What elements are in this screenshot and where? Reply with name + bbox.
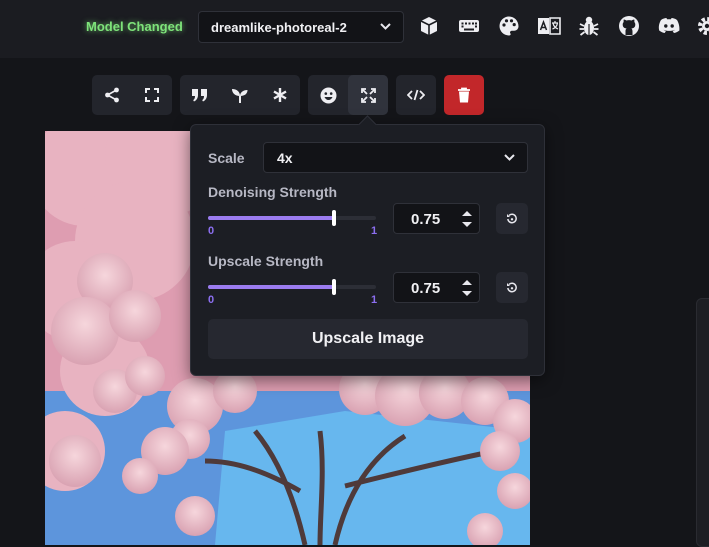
model-select-value: dreamlike-photoreal-2 (211, 20, 347, 35)
upscale-strength-input[interactable]: 0.75 (393, 272, 480, 303)
denoising-strength-input[interactable]: 0.75 (393, 203, 480, 234)
delete-button[interactable] (444, 75, 484, 115)
upscale-popover: Scale 4x Denoising Strength 0 1 0.75 Ups… (190, 115, 545, 376)
translate-icon[interactable] (537, 15, 561, 37)
toolbar-group-code (396, 75, 436, 115)
bug-icon[interactable] (578, 15, 600, 37)
reset-icon (507, 282, 517, 292)
use-seed-button[interactable] (220, 75, 260, 115)
asterisk-icon (273, 88, 287, 102)
chevron-down-icon (380, 23, 391, 30)
slider-thumb[interactable] (332, 210, 336, 226)
settings-icon[interactable] (696, 15, 709, 37)
toolbar-group-postprocess (308, 75, 388, 115)
upscale-image-button[interactable]: Upscale Image (208, 319, 528, 359)
side-panel-edge[interactable] (696, 298, 709, 547)
quote-icon (192, 89, 207, 102)
copy-code-button[interactable] (396, 75, 436, 115)
stepper-icon[interactable] (461, 208, 473, 230)
toolbar-group-prompt (180, 75, 300, 115)
model-select[interactable]: dreamlike-photoreal-2 (198, 11, 404, 43)
delete-icon (458, 87, 470, 103)
scale-label: Scale (208, 150, 245, 166)
toolbar-group-share (92, 75, 172, 115)
upscale-strength-min-label: 0 (208, 294, 215, 306)
top-bar: Model Changed dreamlike-photoreal-2 (0, 0, 709, 58)
discord-icon[interactable] (657, 15, 680, 37)
denoising-min-label: 0 (208, 225, 215, 237)
denoising-strength-slider[interactable] (208, 206, 376, 230)
github-icon[interactable] (618, 15, 640, 37)
model-status-text: Model Changed (86, 19, 183, 34)
use-prompt-button[interactable] (180, 75, 220, 115)
upscale-icon (360, 87, 376, 103)
reset-icon (507, 213, 517, 223)
face-restore-icon (320, 87, 336, 103)
share-button[interactable] (92, 75, 132, 115)
slider-thumb[interactable] (332, 279, 336, 295)
chevron-down-icon (504, 154, 515, 161)
denoising-strength-value: 0.75 (411, 211, 441, 228)
keyboard-icon[interactable] (458, 15, 480, 37)
stepper-icon[interactable] (461, 277, 473, 299)
share-icon (105, 87, 119, 103)
denoising-reset-button[interactable] (496, 203, 528, 234)
sprout-icon (232, 89, 248, 103)
denoising-strength-label: Denoising Strength (208, 184, 338, 200)
upscale-strength-reset-button[interactable] (496, 272, 528, 303)
upscale-strength-slider[interactable] (208, 275, 376, 299)
slider-fill (208, 216, 334, 220)
upscale-strength-label: Upscale Strength (208, 253, 324, 269)
scale-select-value: 4x (277, 150, 293, 166)
popover-arrow (358, 115, 377, 134)
fullscreen-button[interactable] (132, 75, 172, 115)
upscale-strength-max-label: 1 (371, 294, 378, 306)
upscale-button[interactable] (348, 75, 388, 115)
use-all-button[interactable] (260, 75, 300, 115)
upscale-strength-value: 0.75 (411, 280, 441, 297)
fullscreen-icon (145, 88, 159, 102)
palette-icon[interactable] (498, 15, 520, 37)
denoising-max-label: 1 (371, 225, 378, 237)
scale-select[interactable]: 4x (263, 142, 528, 173)
code-icon (407, 89, 425, 101)
toolbar-group-delete (444, 75, 484, 115)
slider-fill (208, 285, 334, 289)
restore-faces-button[interactable] (308, 75, 348, 115)
cube-icon[interactable] (418, 15, 440, 37)
